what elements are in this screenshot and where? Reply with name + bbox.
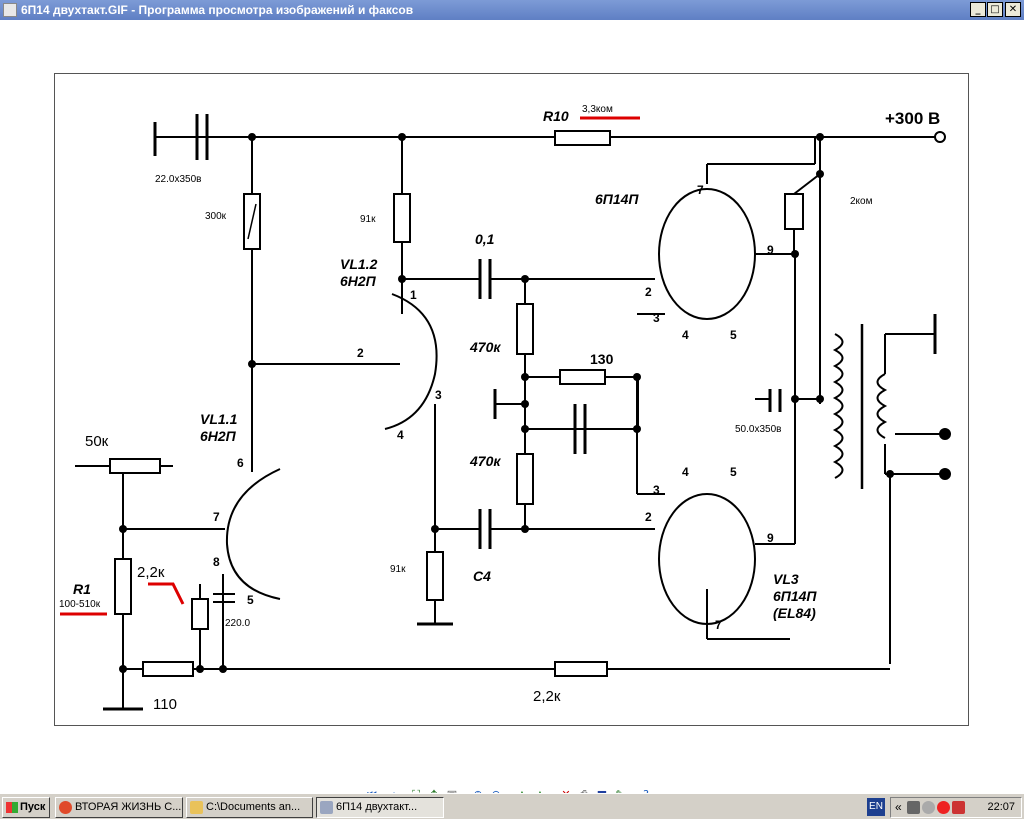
supply-label: +300 В <box>885 109 940 128</box>
maximize-button[interactable]: □ <box>987 2 1003 17</box>
r2k-label: 2ком <box>850 196 873 207</box>
r300k-label: 300к <box>205 211 227 222</box>
app-icon <box>3 3 17 17</box>
title-bar: 6П14 двухтакт.GIF - Программа просмотра … <box>0 0 1024 20</box>
language-indicator[interactable]: EN <box>867 798 885 816</box>
task-label: C:\Documents an... <box>206 801 301 813</box>
window-title: 6П14 двухтакт.GIF - Программа просмотра … <box>21 3 414 17</box>
schematic-drawing: +300 В R10 3,3ком 22.0x350в 300к 91к VL1… <box>59 104 951 713</box>
vl11-type: 6Н2П <box>200 428 237 444</box>
clock: 22:07 <box>987 801 1015 813</box>
pin-label: 7 <box>697 183 704 197</box>
pin-label: 5 <box>247 593 254 607</box>
close-button[interactable]: ✕ <box>1005 2 1021 17</box>
pin-label: 4 <box>397 428 404 442</box>
image-viewer-icon <box>320 801 333 814</box>
pin-label: 5 <box>730 328 737 342</box>
volume-icon[interactable] <box>922 801 935 814</box>
pin-label: 8 <box>213 555 220 569</box>
minimize-button[interactable]: _ <box>970 2 986 17</box>
r91k-top-label: 91к <box>360 214 376 225</box>
vl3-top-label: 6П14П <box>595 191 639 207</box>
pin-label: 1 <box>410 288 417 302</box>
c4-label: С4 <box>473 568 491 584</box>
pot-label: 50к <box>85 433 109 450</box>
pin-label: 7 <box>715 618 722 632</box>
flag-icon[interactable] <box>952 801 965 814</box>
network-icon[interactable] <box>907 801 920 814</box>
folder-icon <box>190 801 203 814</box>
r1-value: 100-510к <box>59 599 101 610</box>
pin-label: 4 <box>682 465 689 479</box>
c50-label: 50.0x350в <box>735 424 781 435</box>
pin-label: 4 <box>682 328 689 342</box>
pin-label: 3 <box>435 388 442 402</box>
task-label: ВТОРАЯ ЖИЗНЬ С... <box>75 801 182 813</box>
vl3-label: VL3 <box>773 571 799 587</box>
pin-label: 5 <box>730 465 737 479</box>
pin-label: 2 <box>645 285 652 299</box>
pin-label: 2 <box>645 510 652 524</box>
pin-label: 2 <box>357 346 364 360</box>
browser-icon <box>59 801 72 814</box>
r1-label: R1 <box>73 581 91 597</box>
r91k-bot-label: 91к <box>390 564 406 575</box>
tray-expand-icon[interactable]: « <box>895 800 902 814</box>
taskbar-item-browser[interactable]: ВТОРАЯ ЖИЗНЬ С... <box>55 797 183 818</box>
taskbar-item-explorer[interactable]: C:\Documents an... <box>186 797 313 818</box>
main-cap-label: 22.0x350в <box>155 174 201 185</box>
start-button[interactable]: Пуск <box>2 797 50 818</box>
schematic-image: +300 В R10 3,3ком 22.0x350в 300к 91к VL1… <box>54 73 969 726</box>
r470-2-label: 470к <box>469 453 501 469</box>
system-tray: « 22:07 <box>890 797 1022 818</box>
antivirus-icon[interactable] <box>937 801 950 814</box>
r22b-label: 2,2к <box>533 688 561 705</box>
r10-label: R10 <box>543 108 569 124</box>
r470-1-label: 470к <box>469 339 501 355</box>
vl12-label: VL1.2 <box>340 256 378 272</box>
taskbar: Пуск ВТОРАЯ ЖИЗНЬ С... C:\Documents an..… <box>0 793 1024 819</box>
pin-label: 3 <box>653 483 660 497</box>
r22a-label: 2,2к <box>137 564 165 581</box>
vl3-type: 6П14П <box>773 588 817 604</box>
r10-value: 3,3ком <box>582 104 613 115</box>
c220-label: 220.0 <box>225 618 250 629</box>
taskbar-item-image-viewer[interactable]: 6П14 двухтакт... <box>316 797 444 818</box>
vl12-type: 6Н2П <box>340 273 377 289</box>
r130-label: 130 <box>590 351 614 367</box>
r110-label: 110 <box>153 696 177 713</box>
pin-label: 7 <box>213 510 220 524</box>
pin-label: 9 <box>767 243 774 257</box>
vl3-alt-type: (EL84) <box>773 605 816 621</box>
pin-label: 9 <box>767 531 774 545</box>
start-label: Пуск <box>20 801 46 813</box>
image-viewer-area: +300 В R10 3,3ком 22.0x350в 300к 91к VL1… <box>0 20 1024 801</box>
vl11-label: VL1.1 <box>200 411 238 427</box>
c01-label: 0,1 <box>475 231 495 247</box>
pin-label: 6 <box>237 456 244 470</box>
windows-logo-icon <box>6 802 18 813</box>
task-label: 6П14 двухтакт... <box>336 801 418 813</box>
pin-label: 3 <box>653 311 660 325</box>
